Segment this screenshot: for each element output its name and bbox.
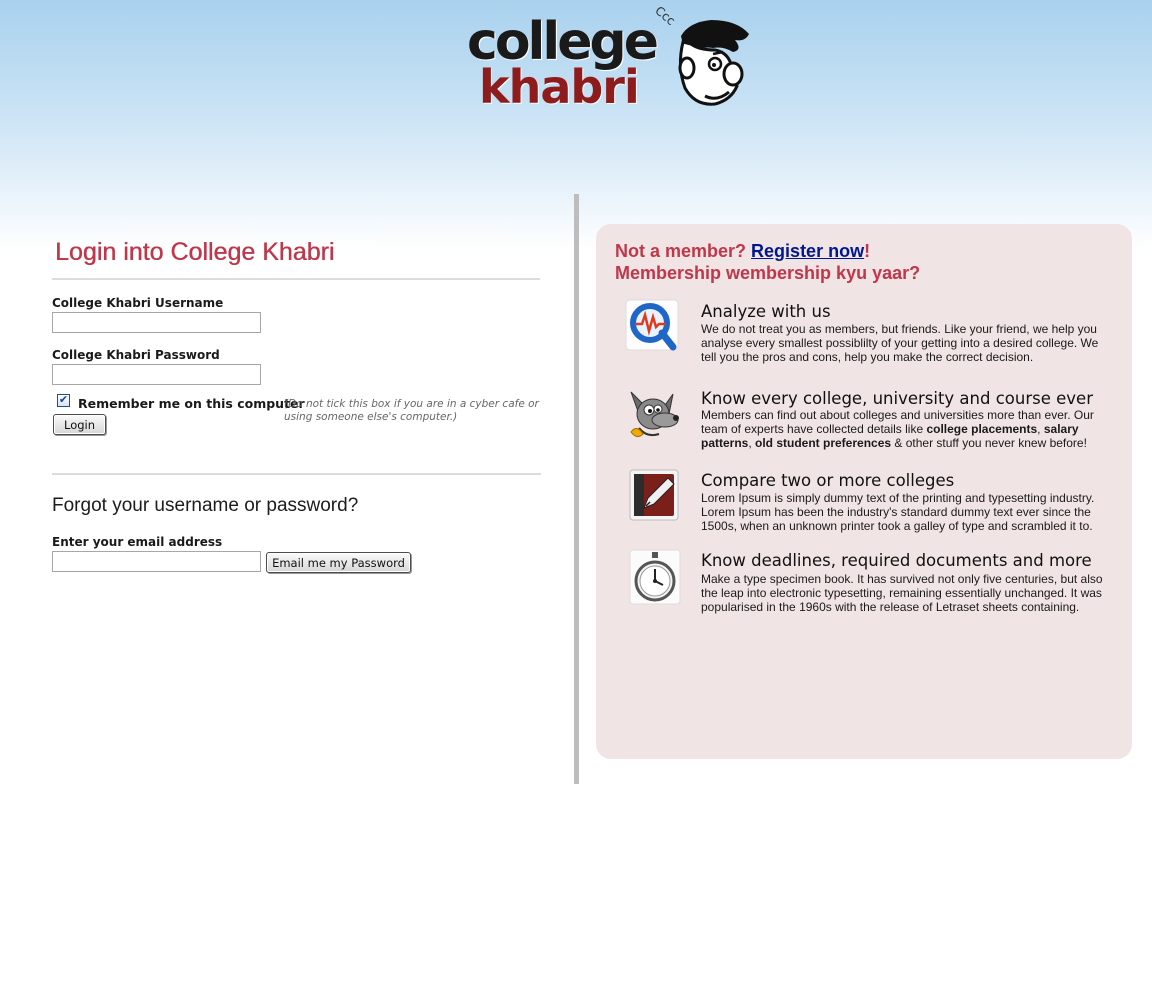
analyze-icon bbox=[625, 299, 679, 351]
mascot-face-icon: Ccc bbox=[653, 3, 749, 106]
email-label: Enter your email address bbox=[52, 535, 223, 549]
feature-deadlines-desc: Make a type specimen book. It has surviv… bbox=[701, 572, 1103, 614]
register-now-link[interactable]: Register now bbox=[751, 241, 864, 261]
feature-know-college-desc: Members can find out about colleges and … bbox=[701, 408, 1094, 450]
login-button[interactable]: Login bbox=[53, 414, 106, 435]
email-input[interactable] bbox=[52, 551, 261, 572]
pen-nib-icon bbox=[629, 469, 679, 521]
logo-text-khabri: khabri bbox=[479, 60, 640, 114]
not-member-text: Not a member? bbox=[615, 241, 747, 261]
svg-text:Ccc: Ccc bbox=[653, 3, 678, 28]
feature-compare-title: Compare two or more colleges bbox=[701, 471, 955, 490]
feature-compare-desc: Lorem Ipsum is simply dummy text of the … bbox=[701, 491, 1095, 533]
remember-me-note: (Do not tick this box if you are in a cy… bbox=[284, 398, 539, 423]
feature-analyze-title: Analyze with us bbox=[701, 302, 831, 321]
remember-me-checkbox[interactable]: ✔ bbox=[57, 394, 70, 407]
checkmark-icon: ✔ bbox=[58, 394, 69, 406]
mascot-icon bbox=[630, 391, 679, 438]
not-member-line: Not a member? Register now! bbox=[615, 240, 920, 262]
forgot-title: Forgot your username or password? bbox=[52, 495, 359, 516]
username-label: College Khabri Username bbox=[52, 296, 224, 310]
feature-know-college-title: Know every college, university and cours… bbox=[701, 389, 1093, 408]
password-label: College Khabri Password bbox=[52, 348, 220, 362]
password-input[interactable] bbox=[52, 364, 261, 385]
membership-tagline: Membership wembership kyu yaar? bbox=[615, 263, 921, 283]
feature-deadlines-title: Know deadlines, required documents and m… bbox=[701, 551, 1092, 570]
forgot-rule bbox=[52, 473, 541, 475]
remember-me-label[interactable]: Remember me on this computer bbox=[78, 396, 305, 411]
column-divider bbox=[574, 194, 579, 784]
exclamation-mark: ! bbox=[864, 241, 871, 261]
college-khabri-logo[interactable]: college khabri Ccc bbox=[463, 2, 759, 132]
username-input[interactable] bbox=[52, 312, 261, 333]
login-title: Login into College Khabri bbox=[55, 238, 335, 266]
stopwatch-icon bbox=[629, 549, 681, 605]
feature-analyze-desc: We do not treat you as members, but frie… bbox=[701, 322, 1099, 364]
login-title-rule bbox=[52, 278, 540, 280]
email-password-button[interactable]: Email me my Password bbox=[266, 552, 411, 573]
membership-heading: Not a member? Register now! Membership w… bbox=[615, 240, 920, 284]
